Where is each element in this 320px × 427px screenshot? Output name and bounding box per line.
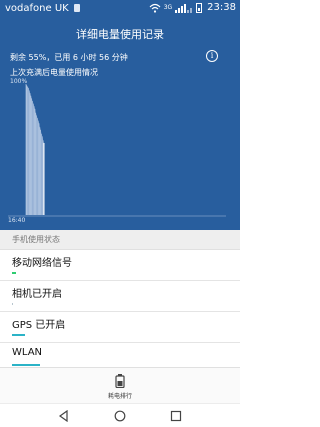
usage-bar (12, 334, 25, 336)
status-bar: vodafone UK 3G 23:38 (0, 0, 240, 18)
recents-icon[interactable] (170, 410, 182, 422)
sim-icon (74, 4, 80, 12)
list-item-wlan[interactable]: WLAN (0, 343, 240, 367)
page-title: 详细电量使用记录 (76, 28, 164, 41)
battery-chart-svg (8, 84, 226, 217)
usage-bar (12, 303, 13, 305)
battery-icon (115, 374, 125, 388)
list-item-camera[interactable]: 相机已开启 (0, 281, 240, 312)
home-icon[interactable] (114, 410, 126, 422)
usage-bar (12, 364, 40, 366)
power-ranking-label: 耗电排行 (107, 393, 132, 400)
y-axis-top-label: 100% (10, 78, 28, 85)
battery-status-icon (196, 2, 203, 13)
network-type: 3G (163, 3, 173, 11)
usage-bar (12, 272, 16, 274)
x-axis-start-label: 16:40 (8, 217, 26, 224)
list-item-label: 相机已开启 (12, 289, 62, 300)
status-icons: 3G 23:38 (149, 2, 236, 13)
back-icon[interactable] (58, 410, 70, 422)
list-item-label: WLAN (12, 347, 43, 358)
power-ranking-tab[interactable]: 耗电排行 (0, 367, 240, 403)
chart-subtitle: 上次充满后电量使用情况 (10, 68, 98, 77)
list-item-gps[interactable]: GPS 已开启 (0, 312, 240, 343)
system-nav-bar (0, 403, 240, 427)
list-item-label: GPS 已开启 (12, 320, 66, 331)
list-item-label: 移动网络信号 (12, 258, 72, 269)
battery-header: 详细电量使用记录 i 剩余 55%，已用 6 小时 56 分钟 上次充满后电量使… (0, 18, 240, 230)
info-icon[interactable]: i (206, 50, 218, 62)
list-item-mobile-signal[interactable]: 移动网络信号 (0, 250, 240, 281)
battery-history-chart: 100% 16:40 (6, 78, 232, 228)
section-header-phone-status: 手机使用状态 (0, 230, 240, 250)
battery-remaining-text: 剩余 55%，已用 6 小时 56 分钟 (10, 53, 128, 62)
signal-icon (175, 3, 193, 13)
wifi-icon (149, 3, 161, 13)
carrier-name: vodafone UK (5, 3, 69, 14)
clock: 23:38 (207, 2, 236, 13)
